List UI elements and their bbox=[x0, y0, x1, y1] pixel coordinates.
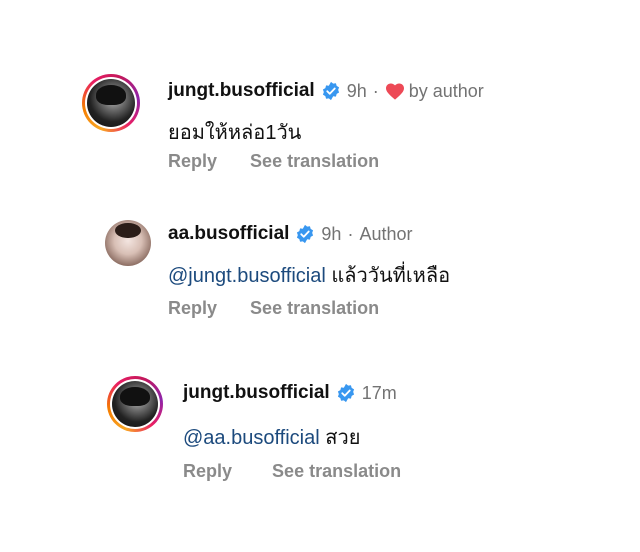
separator: · bbox=[372, 80, 379, 101]
username[interactable]: jungt.busofficial bbox=[168, 80, 315, 102]
avatar-story-ring[interactable] bbox=[107, 376, 163, 432]
mention-link[interactable]: @jungt.busofficial bbox=[168, 265, 326, 287]
avatar bbox=[112, 381, 158, 427]
comment-text: สวย bbox=[325, 427, 361, 449]
see-translation-button[interactable]: See translation bbox=[250, 151, 379, 171]
mention-link[interactable]: @aa.busofficial bbox=[183, 427, 320, 449]
reply-button[interactable]: Reply bbox=[168, 151, 217, 171]
comment-text: แล้ววันที่เหลือ bbox=[331, 265, 451, 287]
avatar[interactable] bbox=[105, 220, 151, 266]
reply-button[interactable]: Reply bbox=[183, 461, 232, 481]
username[interactable]: jungt.busofficial bbox=[183, 382, 330, 404]
see-translation-button[interactable]: See translation bbox=[272, 461, 401, 481]
liked-by-author-label: by author bbox=[408, 80, 484, 101]
verified-badge-icon bbox=[337, 383, 354, 403]
timestamp: 9h bbox=[321, 223, 342, 244]
avatar-story-ring[interactable] bbox=[82, 74, 140, 132]
verified-badge-icon bbox=[297, 224, 314, 244]
separator: · bbox=[347, 223, 354, 244]
avatar bbox=[87, 79, 135, 127]
timestamp: 17m bbox=[361, 382, 397, 403]
username[interactable]: aa.busofficial bbox=[168, 223, 289, 245]
author-label: Author bbox=[359, 223, 413, 244]
reply-button[interactable]: Reply bbox=[168, 298, 217, 318]
heart-icon bbox=[385, 83, 404, 100]
timestamp: 9h bbox=[346, 80, 367, 101]
see-translation-button[interactable]: See translation bbox=[250, 298, 379, 318]
verified-badge-icon bbox=[322, 81, 339, 101]
comment-text: ยอมให้หล่อ1วัน bbox=[168, 122, 302, 144]
